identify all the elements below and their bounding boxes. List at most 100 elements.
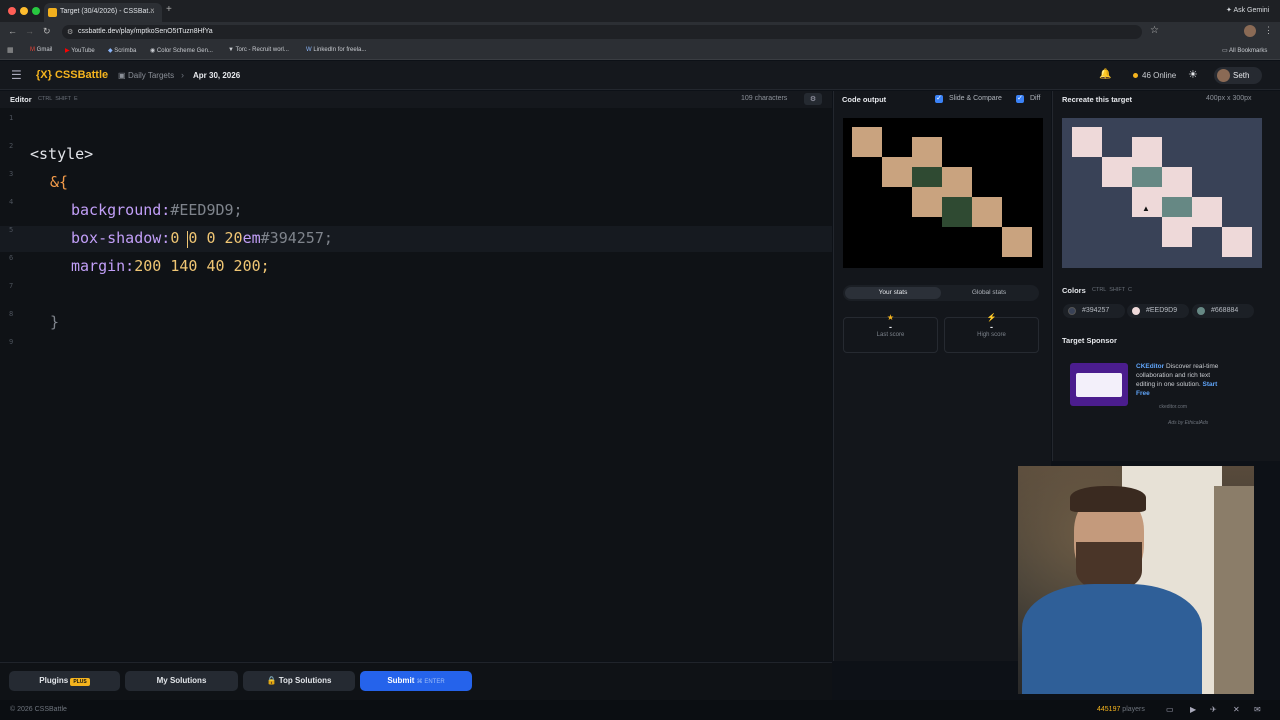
copyright: © 2026 CSSBattle	[10, 706, 67, 713]
sponsor-image[interactable]	[1070, 363, 1128, 406]
target-size: 400px x 300px	[1206, 95, 1252, 102]
address-input[interactable]: ⚙ cssbattle.dev/play/mptkoSenO5tTuzn8HfYa	[62, 25, 1142, 39]
target-square	[1132, 137, 1162, 167]
output-square	[972, 197, 1002, 227]
diff-checkbox[interactable]: ✓	[1016, 95, 1024, 103]
players-label: players	[1120, 706, 1145, 713]
color-hex: #668884	[1211, 307, 1239, 314]
top-solutions-button[interactable]: 🔒 Top Solutions	[243, 671, 355, 691]
notification-bell-icon[interactable]: 🔔	[1099, 69, 1111, 80]
editor-pane[interactable]	[0, 91, 832, 661]
maximize-window-icon[interactable]	[32, 7, 40, 15]
code-close-brace: }	[50, 313, 60, 331]
output-square	[1002, 227, 1032, 257]
character-count: 109 characters	[741, 95, 788, 102]
color-swatch-2[interactable]: #EED9D9	[1127, 304, 1189, 318]
colors-shortcut: CTRL SHIFT C	[1092, 287, 1133, 293]
user-menu[interactable]: Seth	[1214, 67, 1262, 84]
apps-grid-icon[interactable]: ▦	[7, 46, 14, 54]
swatch-dot	[1197, 307, 1205, 315]
youtube-icon[interactable]: ▶	[1190, 705, 1196, 714]
sponsor-title: Target Sponsor	[1062, 336, 1117, 345]
cssbattle-logo[interactable]: {X} CSSBattle	[36, 69, 108, 81]
code-selector: &{	[50, 173, 69, 191]
color-hex: #EED9D9	[1146, 307, 1178, 314]
browser-menu-icon[interactable]: ⋮	[1264, 25, 1273, 36]
tab-your-stats[interactable]: Your stats	[845, 287, 941, 299]
webcam-beard	[1076, 542, 1142, 590]
my-solutions-button[interactable]: My Solutions	[125, 671, 238, 691]
code-output-title: Code output	[842, 95, 887, 104]
plus-badge: PLUS	[70, 678, 90, 686]
close-tab-icon[interactable]: ×	[150, 6, 155, 15]
site-info-icon[interactable]: ⚙	[67, 28, 73, 36]
target-square	[1162, 167, 1192, 197]
sponsor-domain: ckeditor.com	[1159, 404, 1188, 410]
mouse-cursor-icon: ▲	[1142, 204, 1150, 213]
line-number: 8	[9, 310, 14, 318]
diff-label: Diff	[1030, 95, 1041, 102]
output-square	[882, 157, 912, 187]
submit-button[interactable]: Submit ⌘ ENTER	[360, 671, 472, 691]
back-icon[interactable]: ←	[8, 26, 17, 36]
bookmarks-bar: ▦ M Gmail ▶ YouTube ◆ Scrimba ◉ Color Sc…	[0, 42, 1280, 60]
color-swatch-3[interactable]: #668884	[1192, 304, 1254, 318]
url-text: cssbattle.dev/play/mptkoSenO5tTuzn8HfYa	[78, 28, 213, 35]
forward-icon[interactable]: →	[25, 26, 34, 36]
target-title: Recreate this target	[1062, 95, 1133, 104]
online-count: 46 Online	[1142, 71, 1177, 80]
text-cursor	[187, 231, 188, 248]
code-style-open: <style>	[30, 145, 94, 163]
bookmark-star-icon[interactable]: ☆	[1150, 25, 1159, 36]
browser-tab-bar: Target (30/4/2026) - CSSBat... × + ✦ Ask…	[0, 0, 1280, 22]
code-output-preview[interactable]	[843, 118, 1043, 268]
bookmark-label: Torc - Recruit worl...	[235, 47, 289, 53]
output-square	[942, 197, 972, 227]
discord-icon[interactable]: ▭	[1166, 705, 1174, 714]
plugins-button[interactable]: Plugins PLUS	[9, 671, 120, 691]
bluesky-icon[interactable]: ✈	[1210, 705, 1217, 714]
colors-title: Colors	[1062, 286, 1086, 295]
bookmark-youtube[interactable]: ▶ YouTube	[65, 47, 95, 54]
ads-by-ethicalads[interactable]: Ads by EthicalAds	[1168, 420, 1208, 426]
editor-settings-icon[interactable]: ⚙	[804, 93, 822, 105]
email-icon[interactable]: ✉	[1254, 705, 1261, 714]
high-score-card: ⚡ - High score	[944, 313, 1039, 353]
ask-gemini-button[interactable]: ✦ Ask Gemini	[1226, 6, 1269, 14]
color-swatch-1[interactable]: #394257	[1063, 304, 1125, 318]
target-square	[1102, 157, 1132, 187]
bookmark-scrimba[interactable]: ◆ Scrimba	[108, 47, 136, 54]
target-preview[interactable]: ▲	[1062, 118, 1262, 268]
sponsor-ad-text[interactable]: CKEditor Discover real-time collaboratio…	[1136, 362, 1220, 398]
x-icon[interactable]: ✕	[1233, 705, 1240, 714]
profile-avatar[interactable]	[1244, 25, 1256, 37]
menu-icon[interactable]: ☰	[11, 68, 22, 82]
color-hex: #394257	[1082, 307, 1110, 314]
bookmark-label: YouTube	[71, 48, 95, 54]
bookmark-linkedin[interactable]: W LinkedIn for freela...	[306, 47, 366, 53]
bookmark-torc[interactable]: ▼ Torc - Recruit worl...	[228, 47, 289, 53]
editor-shortcut: CTRL SHIFT E	[38, 96, 78, 102]
browser-tab[interactable]: Target (30/4/2026) - CSSBat...	[44, 3, 162, 22]
bookmark-gmail[interactable]: M Gmail	[30, 47, 52, 53]
stats-tabs: Your stats Global stats	[843, 285, 1039, 301]
all-bookmarks-button[interactable]: ▭ All Bookmarks	[1222, 47, 1267, 54]
breadcrumb-daily-targets[interactable]: Daily Targets	[128, 71, 174, 80]
last-score-card: ★ - Last score	[843, 313, 938, 353]
output-square	[852, 127, 882, 157]
bookmark-color-scheme[interactable]: ◉ Color Scheme Gen...	[150, 47, 213, 54]
tab-global-stats[interactable]: Global stats	[941, 287, 1037, 299]
swatch-dot	[1132, 307, 1140, 315]
reload-icon[interactable]: ↻	[43, 26, 51, 37]
close-window-icon[interactable]	[8, 7, 16, 15]
new-tab-icon[interactable]: +	[166, 4, 172, 15]
webcam-hair	[1070, 486, 1146, 512]
username: Seth	[1233, 71, 1250, 80]
target-square	[1192, 197, 1222, 227]
slide-compare-checkbox[interactable]: ✓	[935, 95, 943, 103]
line-number: 9	[9, 338, 14, 346]
bookmark-label: LinkedIn for freela...	[313, 47, 367, 53]
minimize-window-icon[interactable]	[20, 7, 28, 15]
lightning-icon: ⚡	[986, 313, 997, 322]
theme-toggle-icon[interactable]: ☀	[1188, 68, 1198, 81]
